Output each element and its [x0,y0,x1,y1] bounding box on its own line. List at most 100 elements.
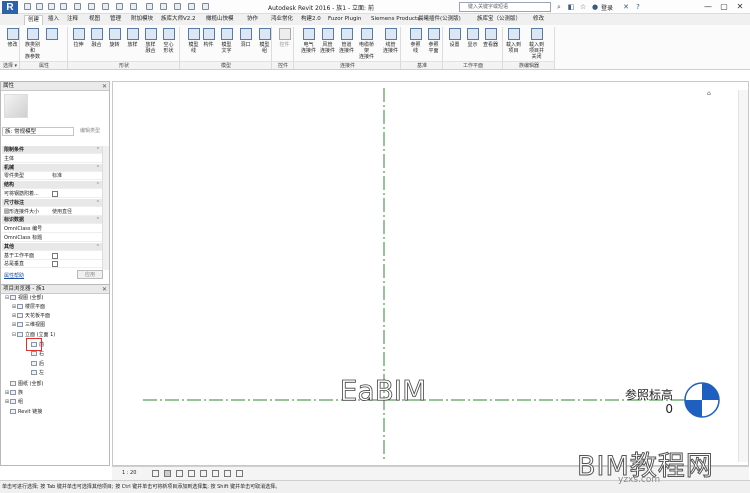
show-crop-region-icon[interactable] [212,470,219,477]
reveal-hidden-icon[interactable] [236,470,243,477]
ribbon-panel-label[interactable]: 选择 ▾ [0,61,20,69]
ribbon-button-23[interactable]: 显示 [464,28,481,48]
ribbon-button-4[interactable]: 融合 [88,28,105,48]
level-head-marker[interactable] [684,382,720,418]
tab-10[interactable]: 构建2.0 [298,15,324,25]
ribbon-button-19[interactable]: 线管 连接件 [382,28,399,54]
tab-11[interactable]: Fuzor Plugin [325,15,364,25]
view-scale[interactable]: 1 : 20 [122,467,136,480]
property-row[interactable]: 总是垂直 [2,260,102,269]
tab-3[interactable]: 视图 [86,15,103,25]
detail-level-icon[interactable] [152,470,159,477]
tab-0[interactable]: 创建 [24,15,44,25]
tab-14[interactable]: 族库宝（公测版） [474,15,524,25]
tab-5[interactable]: 附加模块 [128,15,156,25]
browser-item[interactable]: ⊞ 楼层平面 [11,303,45,311]
property-checkbox[interactable] [52,191,58,197]
minimize-button[interactable]: — [700,0,716,13]
property-group[interactable]: 结构 ⌃ [2,181,102,190]
collapse-icon[interactable]: ⌃ [96,164,100,172]
thin-lines-icon[interactable] [160,3,167,10]
property-row[interactable]: OmniClass 标题 [2,234,102,242]
browser-item[interactable]: ⊞ 天花板平面 [11,312,50,320]
search-icon[interactable]: ⌕ [555,3,563,11]
close-window-button[interactable]: ✕ [732,0,748,13]
collapse-icon[interactable]: ⌃ [96,181,100,189]
properties-scrollbar[interactable] [102,146,109,270]
tab-15[interactable]: 修改 [530,15,547,25]
property-row[interactable]: 零件类型 标准 [2,172,102,181]
tab-1[interactable]: 插入 [45,15,62,25]
browser-item[interactable]: ⊞ 三维视图 [11,321,45,329]
tab-6[interactable]: 族库大师V2.2 [158,15,199,25]
browser-item[interactable]: 右 [25,350,44,358]
property-value[interactable]: 使用直径 [52,208,100,216]
property-checkbox[interactable] [52,252,58,259]
tab-4[interactable]: 管理 [107,15,124,25]
browser-item[interactable]: ⊞ 族 [4,389,23,397]
temporary-hide-icon[interactable] [224,470,231,477]
tab-7[interactable]: 橄榄山快模 [203,15,237,25]
ribbon-button-3[interactable]: 拉伸 [70,28,87,48]
property-row[interactable]: 主体 [2,155,102,163]
ribbon-button-17[interactable]: 管道 连接件 [338,28,355,54]
level-elevation[interactable]: 0 [665,402,673,416]
ribbon-button-26[interactable]: 载入到 项目并关闭 [528,28,545,60]
measure-icon[interactable] [88,3,95,10]
ribbon-button-22[interactable]: 设置 [446,28,463,48]
close-hidden-windows-icon[interactable] [174,3,181,10]
subscription-icon[interactable]: ◧ [567,3,575,11]
dimension-icon[interactable] [102,3,109,10]
apply-button[interactable]: 应用 [77,270,103,279]
ribbon-button-12[interactable]: 洞口 [237,28,254,48]
ribbon-button-14[interactable]: 控件 [276,28,293,48]
property-value[interactable] [52,190,100,198]
print-icon[interactable] [74,3,81,10]
level-name[interactable]: 参照标高 [625,387,673,402]
property-group[interactable]: 尺寸标注 ⌃ [2,198,102,207]
tab-13[interactable]: 晨曦插件(公测版) [415,15,464,25]
property-checkbox[interactable] [52,261,58,268]
sign-in-label[interactable]: 登录 [601,3,613,12]
close-icon[interactable]: ✕ [102,82,107,91]
property-group[interactable]: 限制条件 ⌃ [2,146,102,154]
ribbon-button-24[interactable]: 查看器 [482,28,499,48]
property-group[interactable]: 机械 ⌃ [2,163,102,172]
family-type-selector[interactable]: 族: 常规模型 [2,127,74,136]
ribbon-button-20[interactable]: 参照 线 [407,28,424,54]
ribbon-button-2[interactable] [43,28,60,42]
browser-item[interactable]: ⊟ 视图 (全部) [4,294,44,302]
properties-help-link[interactable]: 属性帮助 [4,272,24,279]
collapse-icon[interactable]: ⌃ [96,216,100,224]
ribbon-button-18[interactable]: 电缆桥架 连接件 [358,28,375,60]
property-row[interactable]: 基于工作平面 [2,252,102,260]
browser-item[interactable]: 图纸 (全部) [4,380,44,388]
sun-path-icon[interactable] [176,470,183,477]
switch-windows-icon[interactable] [188,3,195,10]
navigation-bar[interactable] [738,90,748,462]
property-row[interactable]: OmniClass 编号 [2,225,102,234]
open-icon[interactable] [24,3,31,10]
close-icon[interactable]: ✕ [102,285,107,294]
tab-8[interactable]: 协作 [244,15,261,25]
property-row[interactable]: 圆形连接件大小 使用直径 [2,208,102,216]
tab-2[interactable]: 注释 [64,15,81,25]
revit-app-menu-button[interactable]: R [2,1,18,14]
crop-view-icon[interactable] [200,470,207,477]
property-group[interactable]: 标识数据 ⌃ [2,216,102,225]
ribbon-button-7[interactable]: 放样 融合 [142,28,159,54]
edit-type-button[interactable]: 编辑类型 [80,127,100,136]
help-icon[interactable]: ? [634,3,642,11]
shadows-icon[interactable] [188,470,195,477]
ribbon-button-5[interactable]: 旋转 [106,28,123,48]
3d-view-icon[interactable] [130,3,137,10]
property-value[interactable] [52,260,100,268]
ribbon-button-21[interactable]: 参照 平面 [425,28,442,54]
browser-item[interactable]: Revit 链接 [4,408,42,416]
redo-icon[interactable] [60,3,67,10]
property-value[interactable]: 标准 [52,172,100,180]
collapse-icon[interactable]: ⌃ [96,243,100,251]
section-icon[interactable] [146,3,153,10]
visual-style-icon[interactable] [164,470,171,477]
ribbon-button-16[interactable]: 风管 连接件 [319,28,336,54]
